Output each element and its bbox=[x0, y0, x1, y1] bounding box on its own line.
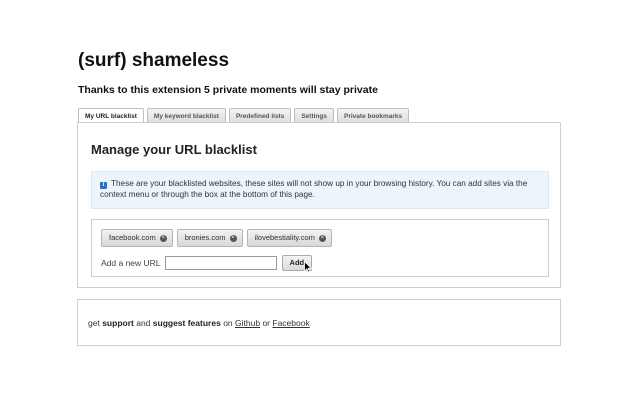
add-url-row: Add a new URL Add bbox=[101, 255, 313, 271]
blacklist-chip: facebook.com × bbox=[101, 229, 173, 247]
remove-icon[interactable]: × bbox=[229, 234, 237, 242]
blacklist-chip: bronies.com × bbox=[176, 229, 243, 247]
blacklist-chip-label: ilovebestiality.com bbox=[254, 233, 315, 242]
blacklist-chip-label: bronies.com bbox=[184, 233, 226, 242]
blacklist-chips: facebook.com × bronies.com × ilovebestia… bbox=[101, 229, 332, 247]
footer-panel: get support and suggest features on Gith… bbox=[77, 299, 561, 346]
blacklist-chip: ilovebestiality.com × bbox=[246, 229, 332, 247]
facebook-link[interactable]: Facebook bbox=[272, 318, 309, 328]
remove-icon[interactable]: × bbox=[318, 234, 326, 242]
info-icon: i bbox=[100, 182, 107, 189]
footer-suggest-features: suggest features bbox=[152, 318, 221, 328]
footer-support: support bbox=[102, 318, 134, 328]
panel-title: Manage your URL blacklist bbox=[91, 142, 257, 157]
info-message: i These are your blacklisted websites, th… bbox=[91, 171, 549, 209]
footer-text: get support and suggest features on Gith… bbox=[88, 318, 310, 328]
blacklist-chip-label: facebook.com bbox=[109, 233, 156, 242]
blacklist-box: facebook.com × bronies.com × ilovebestia… bbox=[91, 219, 549, 277]
mouse-cursor-icon bbox=[304, 261, 312, 273]
remove-icon[interactable]: × bbox=[159, 234, 167, 242]
tab-my-keyword-blacklist[interactable]: My keyword blacklist bbox=[146, 108, 226, 123]
tab-predefined-lists[interactable]: Predefined lists bbox=[228, 108, 292, 123]
page-subtitle: Thanks to this extension 5 private momen… bbox=[78, 84, 378, 96]
add-url-label: Add a new URL bbox=[101, 258, 161, 268]
add-url-input[interactable] bbox=[164, 256, 277, 270]
tab-private-bookmarks[interactable]: Private bookmarks bbox=[337, 108, 410, 123]
github-link[interactable]: Github bbox=[235, 318, 260, 328]
page-title: (surf) shameless bbox=[78, 50, 230, 71]
url-blacklist-panel: Manage your URL blacklist i These are you… bbox=[77, 122, 561, 288]
tab-bar: My URL blacklist My keyword blacklist Pr… bbox=[78, 108, 410, 124]
tab-settings[interactable]: Settings bbox=[294, 108, 334, 123]
info-text: These are your blacklisted websites, the… bbox=[100, 179, 528, 199]
